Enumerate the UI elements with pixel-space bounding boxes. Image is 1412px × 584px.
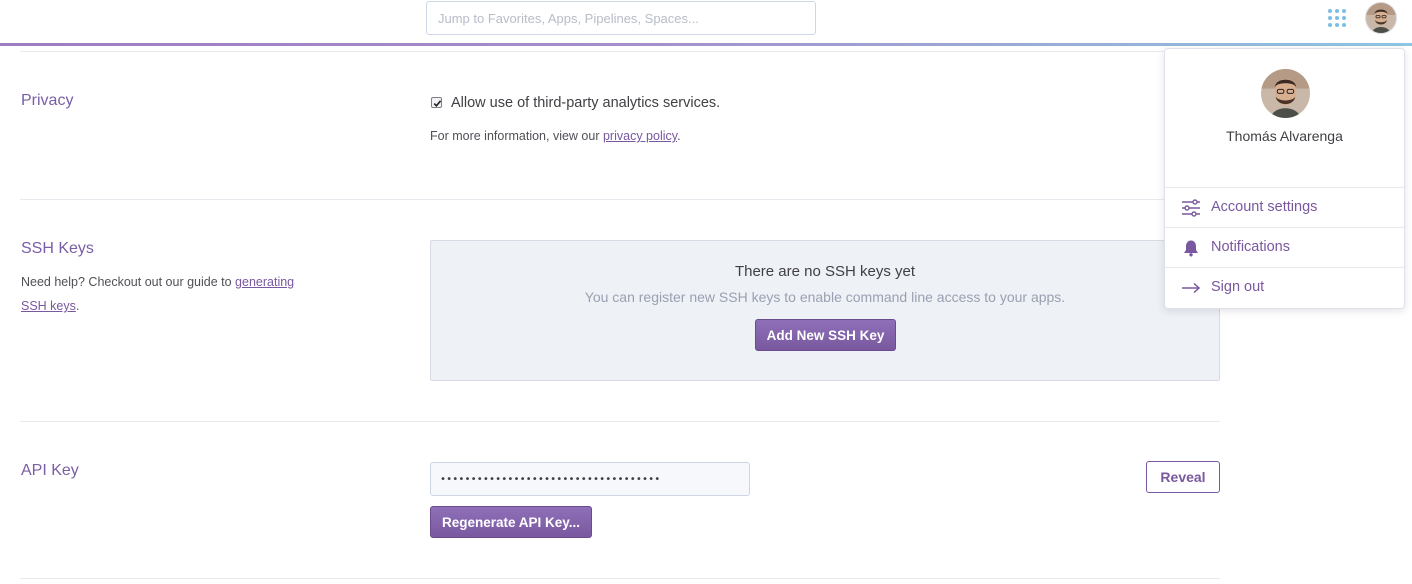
analytics-checkbox[interactable] (431, 97, 442, 108)
checkmark-icon (433, 100, 442, 107)
account-dropdown-menu: Thomás Alvarenga Account settings Notifi… (1164, 48, 1405, 309)
privacy-info-prefix: For more information, view our (430, 129, 603, 143)
privacy-title: Privacy (21, 92, 74, 109)
analytics-checkbox-label[interactable]: Allow use of third-party analytics servi… (451, 95, 720, 111)
privacy-policy-link[interactable]: privacy policy (603, 129, 677, 143)
ssh-help-prefix: Need help? Checkout out our guide to (21, 275, 236, 289)
menu-item-label: Sign out (1211, 279, 1265, 295)
menu-item-sign-out[interactable]: Sign out (1165, 267, 1404, 307)
regenerate-api-key-button[interactable]: Regenerate API Key... (430, 506, 592, 538)
ssh-help-suffix: . (75, 299, 80, 313)
menu-user-avatar (1261, 69, 1310, 118)
section-divider (20, 421, 1220, 422)
menu-user-name: Thomás Alvarenga (1226, 128, 1343, 144)
section-divider (20, 199, 1220, 200)
ssh-empty-title: There are no SSH keys yet (734, 263, 916, 280)
sliders-icon (1182, 199, 1200, 217)
section-divider (20, 51, 1220, 52)
menu-item-account-settings[interactable]: Account settings (1165, 187, 1404, 227)
ssh-help-text: Need help? Checkout out our guide to gen… (21, 270, 321, 318)
ssh-empty-state: There are no SSH keys yet You can regist… (430, 240, 1220, 381)
ssh-keys-title: SSH Keys (21, 240, 94, 257)
bell-icon (1184, 240, 1198, 257)
menu-item-label: Account settings (1211, 199, 1318, 215)
top-navigation-bar (0, 0, 1412, 44)
menu-item-label: Notifications (1211, 239, 1290, 255)
search-input[interactable] (426, 1, 816, 35)
reveal-api-key-button[interactable]: Reveal (1146, 461, 1220, 493)
privacy-info-suffix: . (677, 129, 681, 143)
arrow-right-icon (1182, 282, 1201, 294)
header-accent-line (0, 43, 1412, 46)
privacy-info-text: For more information, view our privacy p… (430, 129, 681, 143)
grid-dots-icon[interactable] (1328, 9, 1347, 28)
api-key-field[interactable] (430, 462, 750, 496)
add-ssh-key-button[interactable]: Add New SSH Key (755, 319, 896, 351)
ssh-empty-subtitle: You can register new SSH keys to enable … (584, 289, 1066, 305)
api-key-title: API Key (21, 462, 79, 479)
section-divider (20, 578, 1220, 579)
user-avatar[interactable] (1366, 3, 1396, 33)
menu-item-notifications[interactable]: Notifications (1165, 227, 1404, 267)
